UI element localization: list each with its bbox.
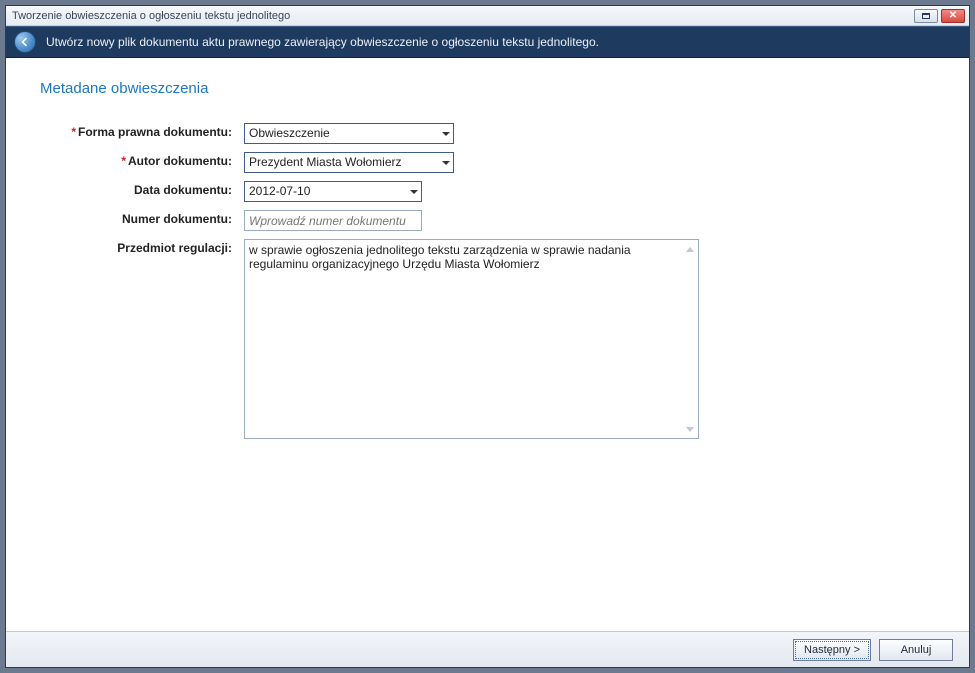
- titlebar: Tworzenie obwieszczenia o ogłoszeniu tek…: [6, 6, 969, 26]
- form: *Forma prawna dokumentu: Obwieszczenie *…: [52, 123, 935, 439]
- chevron-down-icon: [406, 182, 421, 201]
- maximize-icon: [922, 13, 930, 19]
- cancel-button[interactable]: Anuluj: [879, 639, 953, 661]
- maximize-button[interactable]: [914, 9, 938, 23]
- select-autor[interactable]: Prezydent Miasta Wołomierz: [244, 152, 454, 173]
- label-forma: *Forma prawna dokumentu:: [52, 123, 232, 139]
- chevron-down-icon: [438, 124, 453, 143]
- textarea-przedmiot[interactable]: [245, 240, 682, 438]
- close-icon: ✕: [949, 10, 957, 21]
- label-data: Data dokumentu:: [52, 181, 232, 197]
- next-button[interactable]: Następny >: [793, 639, 871, 661]
- close-button[interactable]: ✕: [941, 9, 965, 23]
- back-arrow-icon: [19, 36, 31, 48]
- content-area: Metadane obwieszczenia *Forma prawna dok…: [6, 58, 969, 631]
- select-forma[interactable]: Obwieszczenie: [244, 123, 454, 144]
- footer: Następny > Anuluj: [6, 631, 969, 667]
- label-przedmiot-text: Przedmiot regulacji:: [117, 241, 232, 255]
- input-numer[interactable]: [244, 210, 422, 231]
- scroll-up-icon[interactable]: [683, 242, 697, 256]
- label-autor: *Autor dokumentu:: [52, 152, 232, 168]
- section-header: Metadane obwieszczenia: [40, 80, 935, 97]
- banner-text: Utwórz nowy plik dokumentu aktu prawnego…: [46, 35, 599, 49]
- label-numer: Numer dokumentu:: [52, 210, 232, 226]
- dialog-window: Tworzenie obwieszczenia o ogłoszeniu tek…: [5, 5, 970, 668]
- label-data-text: Data dokumentu:: [134, 183, 232, 197]
- label-przedmiot: Przedmiot regulacji:: [52, 239, 232, 255]
- select-autor-value: Prezydent Miasta Wołomierz: [249, 155, 402, 169]
- titlebar-buttons: ✕: [914, 9, 965, 23]
- window-title: Tworzenie obwieszczenia o ogłoszeniu tek…: [10, 10, 290, 22]
- label-forma-text: Forma prawna dokumentu:: [78, 125, 232, 139]
- back-button[interactable]: [14, 31, 36, 53]
- date-picker-value: 2012-07-10: [249, 184, 310, 198]
- scroll-down-icon[interactable]: [683, 422, 697, 436]
- wizard-banner: Utwórz nowy plik dokumentu aktu prawnego…: [6, 26, 969, 58]
- select-forma-value: Obwieszczenie: [249, 126, 330, 140]
- label-autor-text: Autor dokumentu:: [128, 154, 232, 168]
- scrollbar[interactable]: [682, 240, 698, 438]
- date-picker[interactable]: 2012-07-10: [244, 181, 422, 202]
- textarea-przedmiot-wrap: [244, 239, 699, 439]
- label-numer-text: Numer dokumentu:: [122, 212, 232, 226]
- chevron-down-icon: [438, 153, 453, 172]
- required-marker: *: [71, 125, 76, 139]
- required-marker: *: [121, 154, 126, 168]
